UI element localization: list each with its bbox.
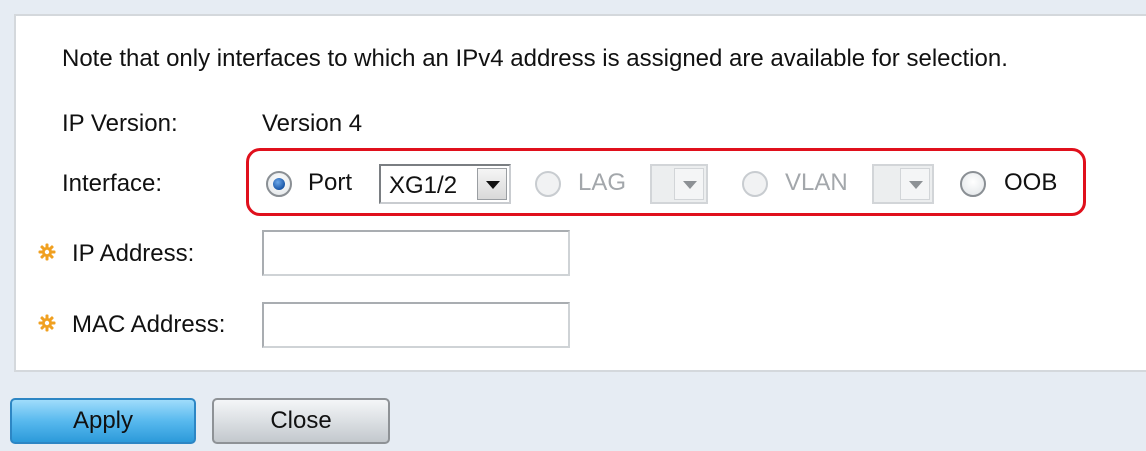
chevron-down-icon[interactable]	[674, 168, 704, 200]
apply-button[interactable]: Apply	[10, 398, 196, 444]
vlan-radio[interactable]	[742, 171, 768, 197]
chevron-down-icon[interactable]	[477, 168, 507, 200]
lag-radio[interactable]	[535, 171, 561, 197]
port-radio[interactable]	[266, 171, 292, 197]
mac-address-label: MAC Address:	[72, 311, 226, 338]
lag-label: LAG	[578, 169, 627, 196]
ip-version-label: IP Version:	[62, 110, 178, 137]
oob-radio[interactable]	[960, 171, 986, 197]
interface-label: Interface:	[62, 170, 163, 197]
close-button[interactable]: Close	[212, 398, 390, 444]
port-label: Port	[308, 169, 353, 196]
port-select-value: XG1/2	[389, 172, 458, 199]
lag-select[interactable]	[650, 164, 708, 204]
ip-address-input[interactable]	[262, 230, 570, 276]
port-select[interactable]: XG1/2	[379, 164, 511, 204]
required-gear-icon	[38, 243, 56, 261]
oob-label: OOB	[1004, 169, 1058, 196]
vlan-label: VLAN	[785, 169, 848, 196]
selection-note: Note that only interfaces to which an IP…	[62, 45, 1008, 72]
required-gear-icon	[38, 314, 56, 332]
ip-address-label: IP Address:	[72, 240, 195, 267]
ip-version-value: Version 4	[262, 110, 363, 137]
vlan-select[interactable]	[872, 164, 934, 204]
chevron-down-icon[interactable]	[900, 168, 930, 200]
mac-address-input[interactable]	[262, 302, 570, 348]
